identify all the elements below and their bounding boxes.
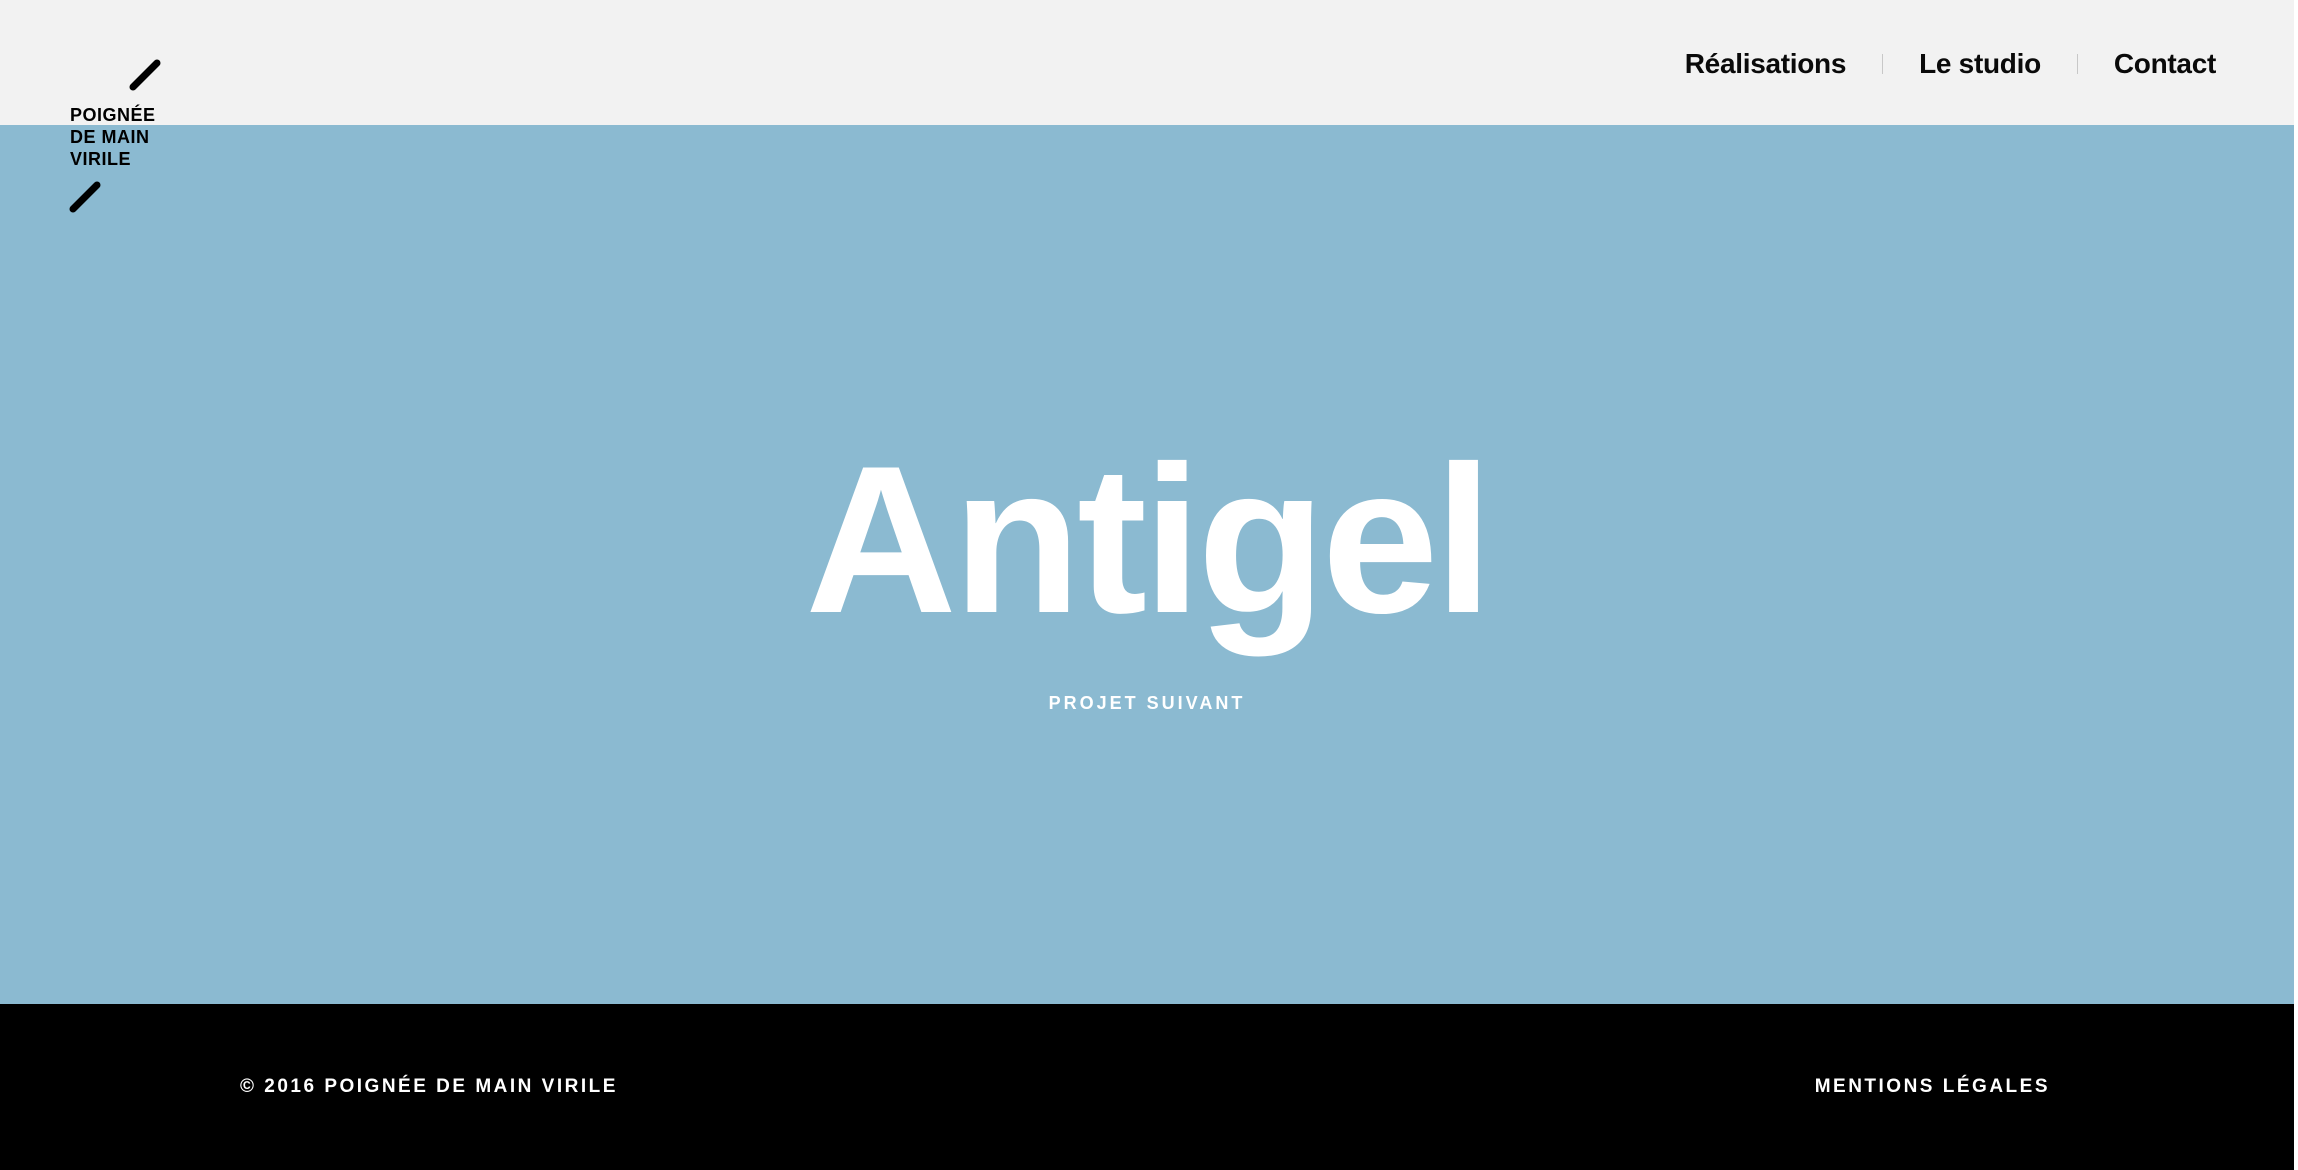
next-project-hero[interactable]: Antigel PROJET SUIVANT — [0, 125, 2294, 1004]
next-project-title[interactable]: Antigel — [0, 435, 2294, 645]
page-right-edge — [2294, 0, 2298, 1170]
page: Réalisations Le studio Contact Antigel P… — [0, 0, 2298, 1170]
slash-mark-icon — [129, 59, 161, 91]
logo-line: VIRILE — [70, 149, 132, 169]
logo-line: DE MAIN — [70, 127, 150, 147]
logo-wordmark: POIGNÉE DE MAIN VIRILE — [70, 104, 156, 170]
site-logo[interactable]: POIGNÉE DE MAIN VIRILE — [68, 58, 178, 218]
site-header: Réalisations Le studio Contact — [0, 0, 2294, 125]
next-project-link[interactable]: PROJET SUIVANT — [0, 693, 2294, 714]
nav-item-contact[interactable]: Contact — [2114, 48, 2216, 80]
footer-copyright: © 2016 POIGNÉE DE MAIN VIRILE — [240, 1076, 618, 1097]
slash-mark-icon — [69, 181, 101, 213]
logo-line: POIGNÉE — [70, 105, 156, 125]
main-nav: Réalisations Le studio Contact — [1685, 48, 2217, 80]
nav-item-realisations[interactable]: Réalisations — [1685, 48, 1847, 80]
nav-item-le-studio[interactable]: Le studio — [1919, 48, 2041, 80]
next-project-label[interactable]: PROJET SUIVANT — [1049, 693, 1246, 713]
legal-notice-link[interactable]: MENTIONS LÉGALES — [1815, 1076, 2050, 1098]
site-footer: © 2016 POIGNÉE DE MAIN VIRILE MENTIONS L… — [0, 1004, 2294, 1170]
nav-separator — [2076, 54, 2078, 74]
nav-separator — [1882, 54, 1884, 74]
